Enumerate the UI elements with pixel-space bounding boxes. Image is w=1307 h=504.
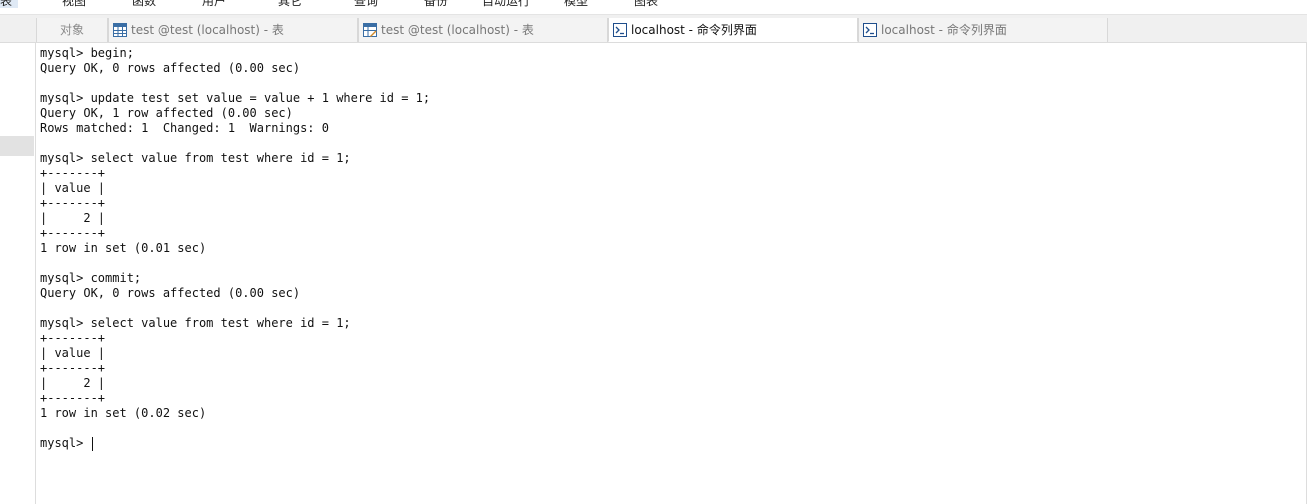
- menu-item-query[interactable]: 查询: [354, 0, 378, 8]
- console-line: | value |: [40, 181, 106, 195]
- navicat-window: 表 视图 函数 用户 其它 查询 备份 自动运行 模型 图表 对象 test @…: [0, 0, 1307, 504]
- tab-table-1[interactable]: test @test (localhost) - 表: [108, 18, 358, 42]
- console-line: +-------+: [40, 166, 106, 180]
- menu-item-function[interactable]: 函数: [132, 0, 156, 8]
- console-line: 1 row in set (0.02 sec): [40, 406, 207, 420]
- tab-bar: 对象 test @test (localhost) - 表 test @test…: [0, 15, 1307, 43]
- text-cursor: [91, 436, 93, 451]
- menu-item-automation[interactable]: 自动运行: [482, 0, 530, 8]
- object-sidebar[interactable]: [0, 43, 36, 504]
- menu-item-model[interactable]: 模型: [564, 0, 588, 8]
- tab-label: localhost - 命令列界面: [631, 22, 757, 37]
- console-line: +-------+: [40, 226, 106, 240]
- tab-label: localhost - 命令列界面: [881, 23, 1007, 37]
- menu-item-user[interactable]: 用户: [202, 0, 226, 8]
- console-line: mysql> select value from test where id =…: [40, 316, 351, 330]
- command-console[interactable]: mysql> begin; Query OK, 0 rows affected …: [36, 43, 1307, 504]
- console-line: mysql> commit;: [40, 271, 142, 285]
- tab-console-active[interactable]: localhost - 命令列界面: [608, 18, 858, 42]
- tab-label: test @test (localhost) - 表: [381, 23, 534, 37]
- sidebar-selected-item[interactable]: [0, 136, 34, 156]
- menu-item-other[interactable]: 其它: [278, 0, 302, 8]
- console-input-line[interactable]: mysql>: [40, 436, 1306, 451]
- console-line: Query OK, 1 row affected (0.00 sec): [40, 106, 293, 120]
- console-line: | 2 |: [40, 376, 106, 390]
- tab-objects[interactable]: 对象: [36, 18, 108, 42]
- tab-label: 对象: [59, 23, 84, 37]
- console-line: Rows matched: 1 Changed: 1 Warnings: 0: [40, 121, 329, 135]
- terminal-icon: [613, 22, 627, 37]
- console-line: Query OK, 0 rows affected (0.00 sec): [40, 286, 301, 300]
- menu-item-table[interactable]: 表: [0, 0, 19, 8]
- console-line: +-------+: [40, 391, 106, 405]
- console-line: mysql> select value from test where id =…: [40, 151, 351, 165]
- console-line: | 2 |: [40, 211, 106, 225]
- table-edit-icon: [363, 23, 377, 37]
- terminal-icon: [863, 23, 877, 37]
- console-line: mysql> update test set value = value + 1…: [40, 91, 431, 105]
- menu-item-view[interactable]: 视图: [62, 0, 86, 8]
- tab-console-2[interactable]: localhost - 命令列界面: [858, 18, 1108, 42]
- table-grid-icon: [113, 23, 127, 37]
- console-line: +-------+: [40, 196, 106, 210]
- console-line: mysql> begin;: [40, 46, 134, 60]
- tab-table-2[interactable]: test @test (localhost) - 表: [358, 18, 608, 42]
- tab-label: test @test (localhost) - 表: [131, 23, 284, 37]
- console-line: 1 row in set (0.01 sec): [40, 241, 207, 255]
- menu-item-chart[interactable]: 图表: [634, 0, 658, 8]
- console-line: +-------+: [40, 361, 106, 375]
- console-prompt: mysql>: [40, 436, 91, 450]
- menu-item-backup[interactable]: 备份: [424, 0, 448, 8]
- console-line: | value |: [40, 346, 106, 360]
- menu-bar: 表 视图 函数 用户 其它 查询 备份 自动运行 模型 图表: [0, 0, 1307, 15]
- console-line: Query OK, 0 rows affected (0.00 sec): [40, 61, 301, 75]
- console-line: +-------+: [40, 331, 106, 345]
